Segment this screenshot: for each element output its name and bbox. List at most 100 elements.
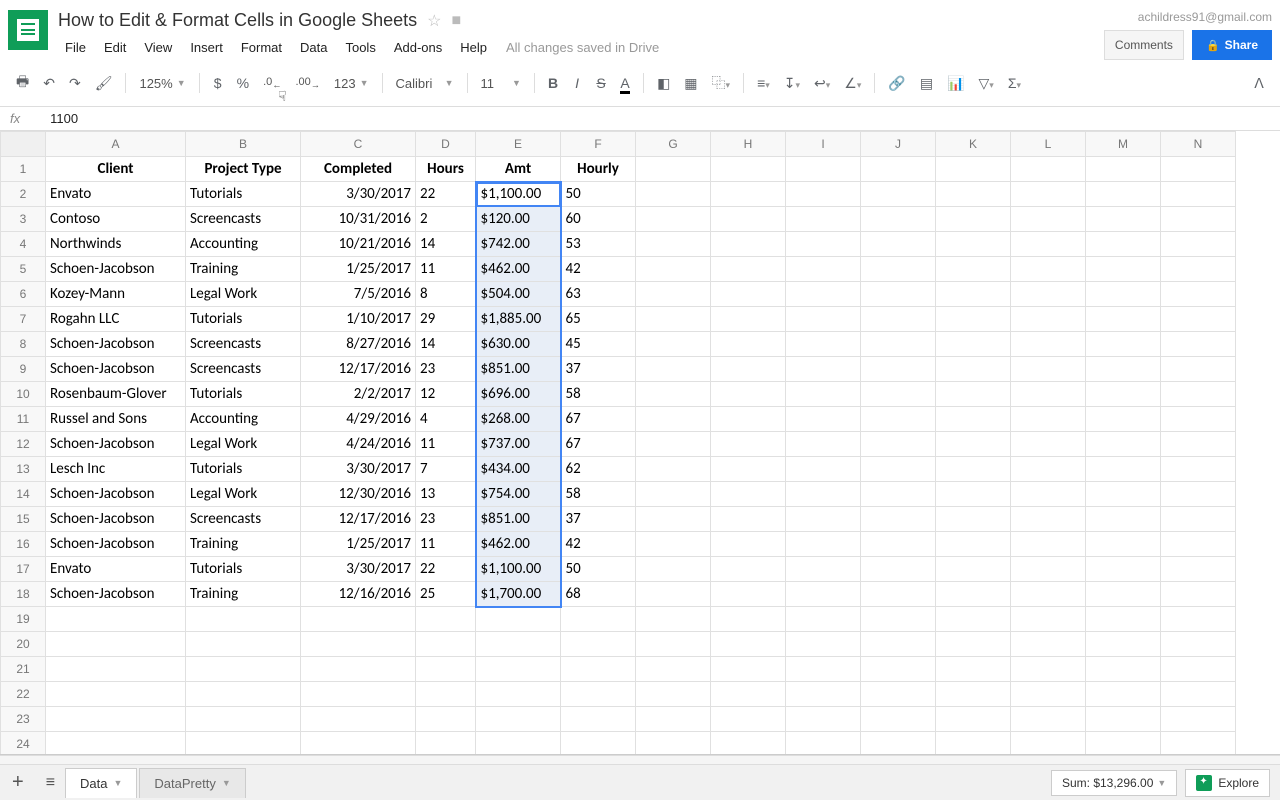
cell[interactable]: [1161, 432, 1236, 457]
cell[interactable]: Screencasts: [186, 207, 301, 232]
cell[interactable]: [636, 232, 711, 257]
cell[interactable]: [786, 232, 861, 257]
row-header-14[interactable]: 14: [1, 482, 46, 507]
row-header-7[interactable]: 7: [1, 307, 46, 332]
cell[interactable]: [46, 732, 186, 756]
cell[interactable]: [1161, 357, 1236, 382]
cell[interactable]: [936, 182, 1011, 207]
cell[interactable]: [1161, 482, 1236, 507]
cell[interactable]: [186, 607, 301, 632]
cell[interactable]: [1161, 307, 1236, 332]
cell[interactable]: [476, 707, 561, 732]
cell[interactable]: [861, 182, 936, 207]
cell[interactable]: [1086, 257, 1161, 282]
cell[interactable]: [1086, 432, 1161, 457]
cell[interactable]: [936, 482, 1011, 507]
add-sheet-button[interactable]: +: [0, 771, 36, 794]
cell-amt[interactable]: $851.00: [476, 357, 561, 382]
cell[interactable]: 60: [561, 207, 636, 232]
cell[interactable]: [636, 257, 711, 282]
cell[interactable]: [1011, 632, 1086, 657]
cell[interactable]: [1086, 632, 1161, 657]
cell[interactable]: [636, 507, 711, 532]
cell[interactable]: [1161, 457, 1236, 482]
cell[interactable]: 67: [561, 407, 636, 432]
cell[interactable]: [1161, 507, 1236, 532]
col-header-E[interactable]: E: [476, 132, 561, 157]
cell[interactable]: [861, 382, 936, 407]
cell[interactable]: [861, 707, 936, 732]
cell[interactable]: Schoen-Jacobson: [46, 257, 186, 282]
cell[interactable]: [1086, 307, 1161, 332]
cell[interactable]: [1086, 557, 1161, 582]
col-header-I[interactable]: I: [786, 132, 861, 157]
cell[interactable]: Tutorials: [186, 182, 301, 207]
cell[interactable]: [1161, 557, 1236, 582]
cell[interactable]: [786, 432, 861, 457]
cell[interactable]: [861, 157, 936, 182]
cell[interactable]: [186, 657, 301, 682]
cell[interactable]: [936, 382, 1011, 407]
cell[interactable]: Tutorials: [186, 307, 301, 332]
cell[interactable]: 14: [416, 332, 476, 357]
valign-button[interactable]: ↧▾: [778, 70, 806, 97]
cell[interactable]: [936, 607, 1011, 632]
cell[interactable]: [711, 257, 786, 282]
cell[interactable]: [1086, 357, 1161, 382]
sheets-logo[interactable]: [8, 10, 48, 50]
cell-amt[interactable]: $737.00: [476, 432, 561, 457]
cell[interactable]: [1161, 632, 1236, 657]
collapse-toolbar-icon[interactable]: ᐱ: [1248, 70, 1270, 97]
cell[interactable]: [636, 707, 711, 732]
cell[interactable]: Northwinds: [46, 232, 186, 257]
cell[interactable]: [936, 432, 1011, 457]
cell[interactable]: 29: [416, 307, 476, 332]
cell[interactable]: [186, 632, 301, 657]
cell[interactable]: [561, 682, 636, 707]
cell[interactable]: Schoen-Jacobson: [46, 532, 186, 557]
cell[interactable]: [711, 282, 786, 307]
cell[interactable]: [786, 282, 861, 307]
cell[interactable]: [786, 182, 861, 207]
wrap-button[interactable]: ↩▾: [808, 70, 836, 97]
cell[interactable]: [561, 707, 636, 732]
cell[interactable]: [711, 557, 786, 582]
cell[interactable]: [786, 257, 861, 282]
cell[interactable]: Tutorials: [186, 557, 301, 582]
cell[interactable]: [636, 682, 711, 707]
user-email[interactable]: achildress91@gmail.com: [1138, 10, 1272, 24]
cell[interactable]: [1011, 357, 1086, 382]
col-header-F[interactable]: F: [561, 132, 636, 157]
cell[interactable]: 23: [416, 507, 476, 532]
cell[interactable]: [861, 682, 936, 707]
cell[interactable]: [46, 657, 186, 682]
cell[interactable]: Tutorials: [186, 457, 301, 482]
cell[interactable]: [786, 157, 861, 182]
merge-cells-button[interactable]: ⿻▾: [706, 68, 737, 98]
currency-button[interactable]: $: [207, 70, 229, 96]
cell[interactable]: 4: [416, 407, 476, 432]
cell[interactable]: [711, 507, 786, 532]
row-header-16[interactable]: 16: [1, 532, 46, 557]
cell[interactable]: 12/17/2016: [301, 357, 416, 382]
cell-amt[interactable]: $1,885.00: [476, 307, 561, 332]
cell[interactable]: [1086, 157, 1161, 182]
cell[interactable]: 1/25/2017: [301, 532, 416, 557]
cell[interactable]: Legal Work: [186, 282, 301, 307]
cell[interactable]: [1161, 182, 1236, 207]
cell[interactable]: [1086, 407, 1161, 432]
cell-amt[interactable]: $1,100.00: [476, 182, 561, 207]
cell[interactable]: 4/24/2016: [301, 432, 416, 457]
cell[interactable]: Envato: [46, 557, 186, 582]
cell-amt[interactable]: $462.00: [476, 257, 561, 282]
cell[interactable]: [636, 157, 711, 182]
cell[interactable]: [1011, 307, 1086, 332]
formula-bar[interactable]: fx 1100: [0, 107, 1280, 131]
cell[interactable]: [786, 482, 861, 507]
cell[interactable]: [861, 657, 936, 682]
cell[interactable]: [1086, 182, 1161, 207]
cell[interactable]: [861, 732, 936, 756]
cell[interactable]: [1086, 582, 1161, 607]
row-header-2[interactable]: 2: [1, 182, 46, 207]
header-cell[interactable]: Hourly: [561, 157, 636, 182]
